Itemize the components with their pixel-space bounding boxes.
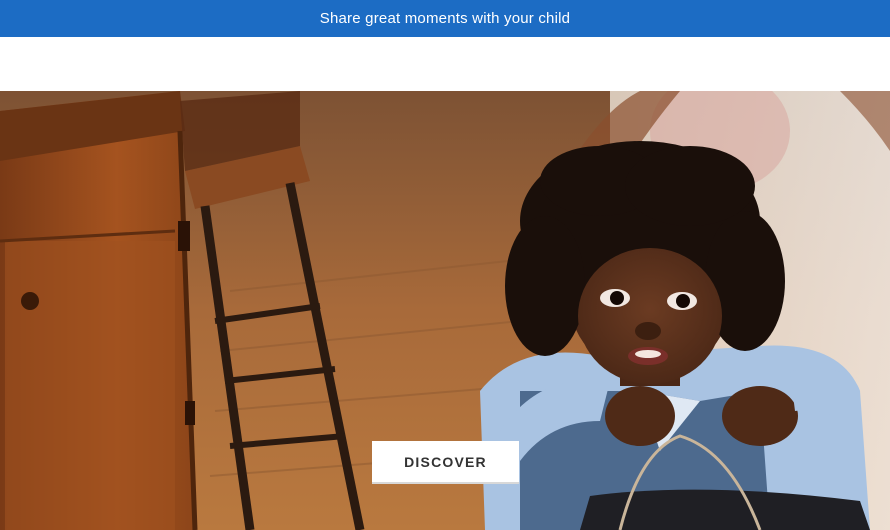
announcement-text: Share great moments with your child: [319, 10, 571, 27]
hero-banner: DISCOVER: [0, 91, 890, 530]
announcement-bar: Share great moments with your child: [0, 0, 890, 37]
discover-button[interactable]: DISCOVER: [372, 441, 519, 484]
site-header: [0, 37, 890, 91]
